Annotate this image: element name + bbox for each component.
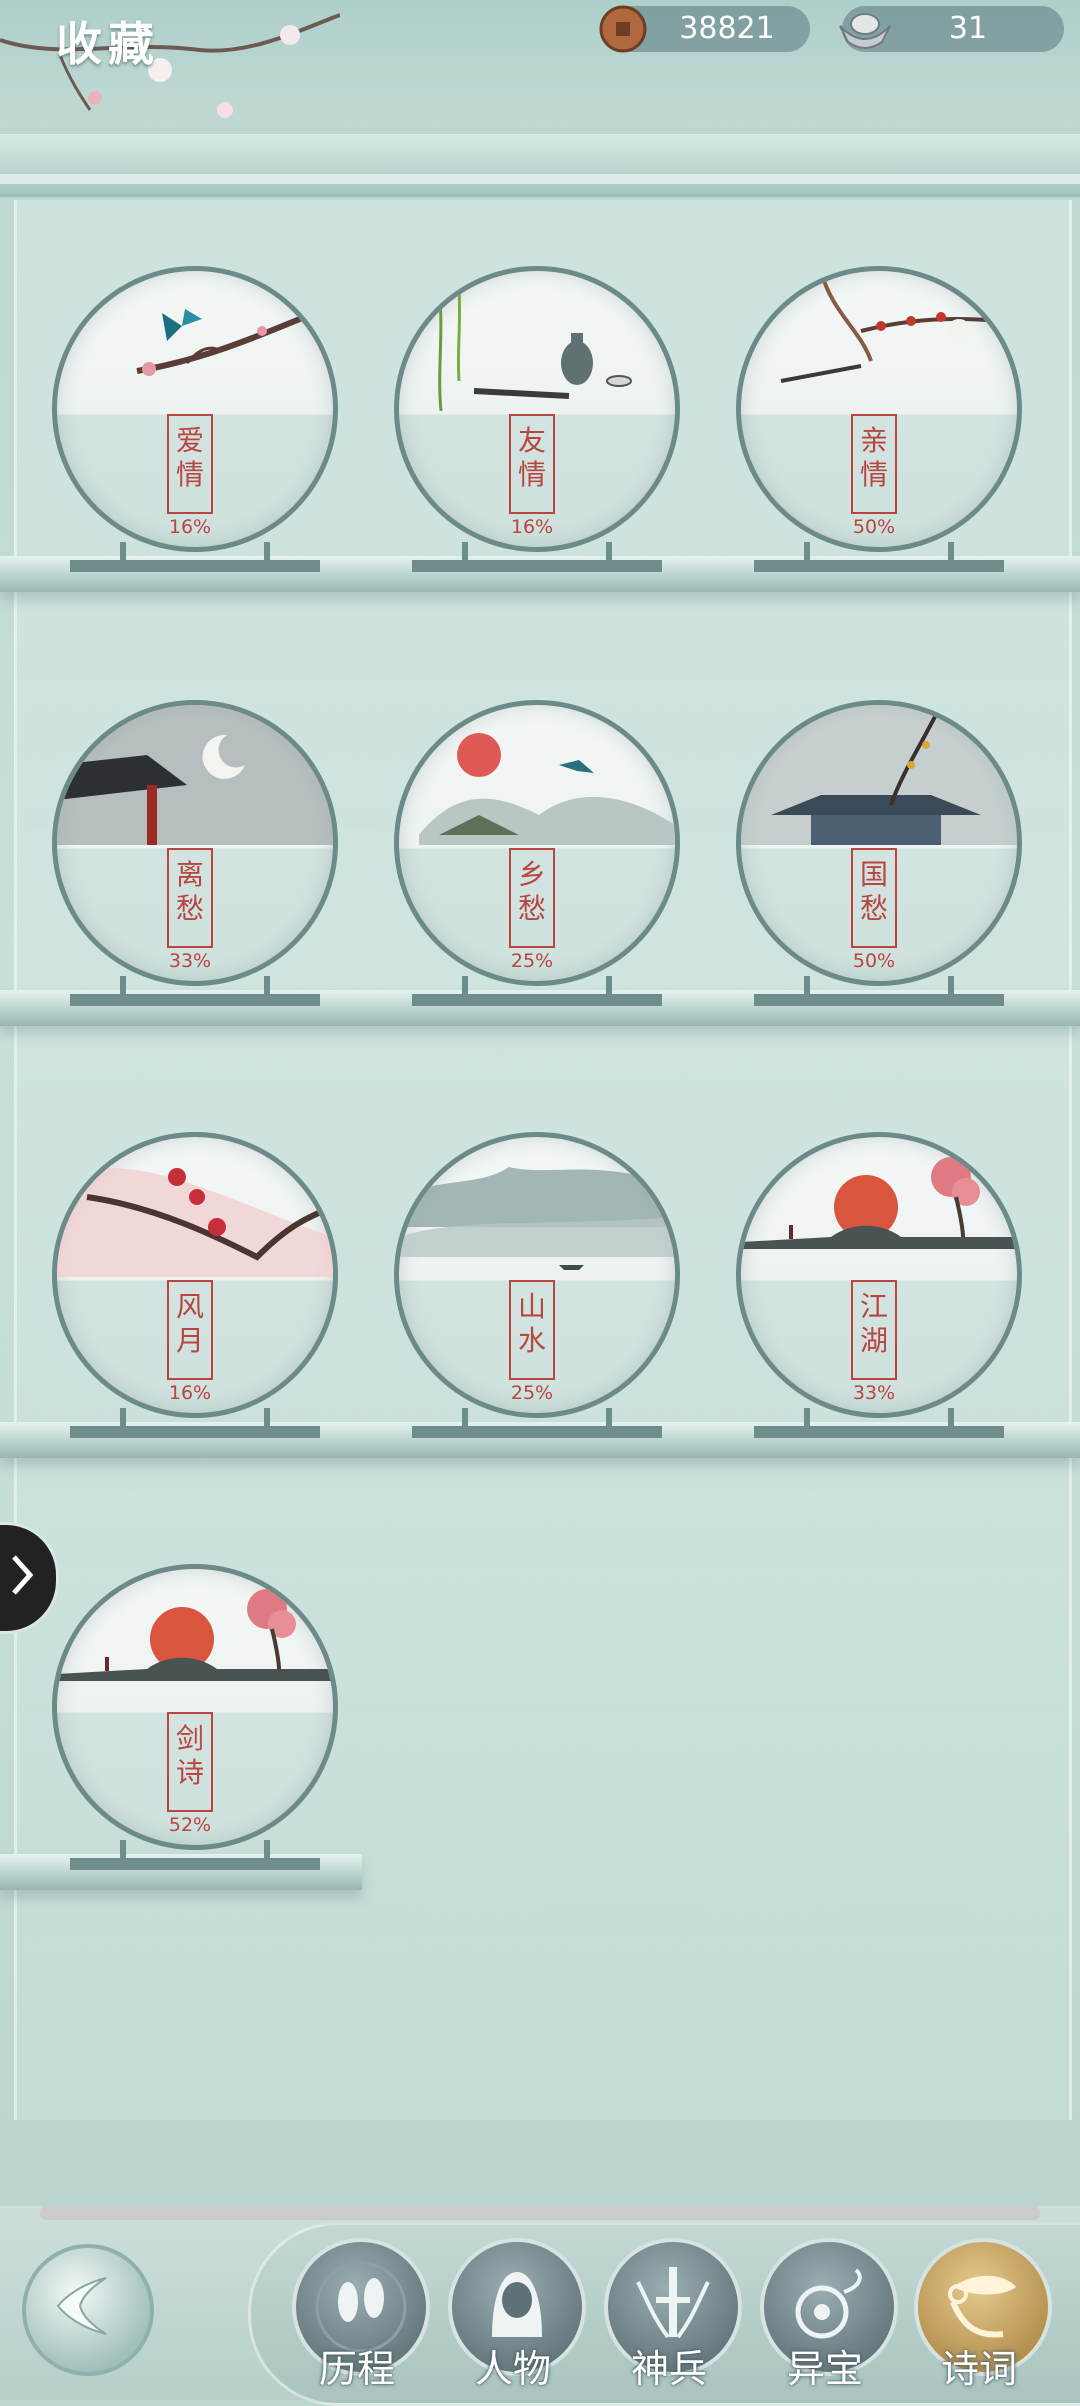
collection-percent: 16%: [168, 516, 212, 538]
collection-seal: 剑诗: [167, 1712, 213, 1812]
silver-count: 31: [948, 11, 988, 46]
disc-stand: [70, 976, 320, 1006]
collection-seal: 山水: [509, 1280, 555, 1380]
plum-branch-decoration: [0, 13, 340, 118]
collection-item-jianshi[interactable]: 剑诗 52%: [52, 1564, 338, 1874]
collection-item-lichou[interactable]: 离愁 33%: [52, 700, 338, 1010]
coin-count: 38821: [679, 11, 775, 46]
collection-percent: 50%: [852, 516, 896, 538]
collection-percent: 25%: [510, 1382, 554, 1404]
disc-stand: [754, 976, 1004, 1006]
collection-item-youqing[interactable]: 友情 16%: [394, 266, 680, 576]
copper-coin-icon: [599, 5, 647, 53]
collection-seal: 江湖: [851, 1280, 897, 1380]
nav-label-renwu: 人物: [474, 2347, 551, 2391]
collection-item-shanshui[interactable]: 山水 25%: [394, 1132, 680, 1442]
collection-item-guochou[interactable]: 国愁 50%: [736, 700, 1022, 1010]
collection-seal: 亲情: [851, 414, 897, 514]
nav-label-shici: 诗词: [940, 2347, 1017, 2391]
collection-percent: 16%: [510, 516, 554, 538]
collection-item-aiqing[interactable]: 爱情 16%: [52, 266, 338, 576]
collection-percent: 50%: [852, 950, 896, 972]
disc-stand: [754, 1408, 1004, 1438]
disc-stand: [754, 542, 1004, 572]
top-bar: 收藏 38821 31: [0, 0, 1080, 118]
nav-label-yibao: 异宝: [786, 2347, 863, 2391]
collection-percent: 33%: [852, 1382, 896, 1404]
collection-percent: 25%: [510, 950, 554, 972]
page-title: 收藏: [56, 17, 160, 71]
disc-stand: [412, 976, 662, 1006]
collection-seal: 友情: [509, 414, 555, 514]
collection-seal: 乡愁: [509, 848, 555, 948]
back-arrow-icon: [56, 2277, 107, 2335]
collection-percent: 33%: [168, 950, 212, 972]
disc-stand: [412, 1408, 662, 1438]
chevron-right-icon: [12, 1555, 34, 1595]
collection-seal: 国愁: [851, 848, 897, 948]
back-button[interactable]: [22, 2244, 154, 2376]
coin-counter[interactable]: 38821: [599, 5, 810, 53]
collection-seal: 风月: [167, 1280, 213, 1380]
nav-label-shenbing: 神兵: [630, 2347, 707, 2391]
collection-seal: 爱情: [167, 414, 213, 514]
disc-stand: [70, 1408, 320, 1438]
collection-percent: 16%: [168, 1382, 212, 1404]
nav-label-licheng: 历程: [318, 2347, 395, 2391]
collection-item-xiangchou[interactable]: 乡愁 25%: [394, 700, 680, 1010]
collection-percent: 52%: [168, 1814, 212, 1836]
cabinet-top: [0, 134, 1080, 197]
collection-item-fengyue[interactable]: 风月 16%: [52, 1132, 338, 1442]
collection-seal: 离愁: [167, 848, 213, 948]
collection-item-jianghu[interactable]: 江湖 33%: [736, 1132, 1022, 1442]
disc-stand: [70, 542, 320, 572]
disc-stand: [70, 1840, 320, 1870]
disc-stand: [412, 542, 662, 572]
silver-ingot-icon: [839, 13, 891, 49]
collection-item-qinqing[interactable]: 亲情 50%: [736, 266, 1022, 576]
silver-counter[interactable]: 31: [839, 6, 1064, 52]
